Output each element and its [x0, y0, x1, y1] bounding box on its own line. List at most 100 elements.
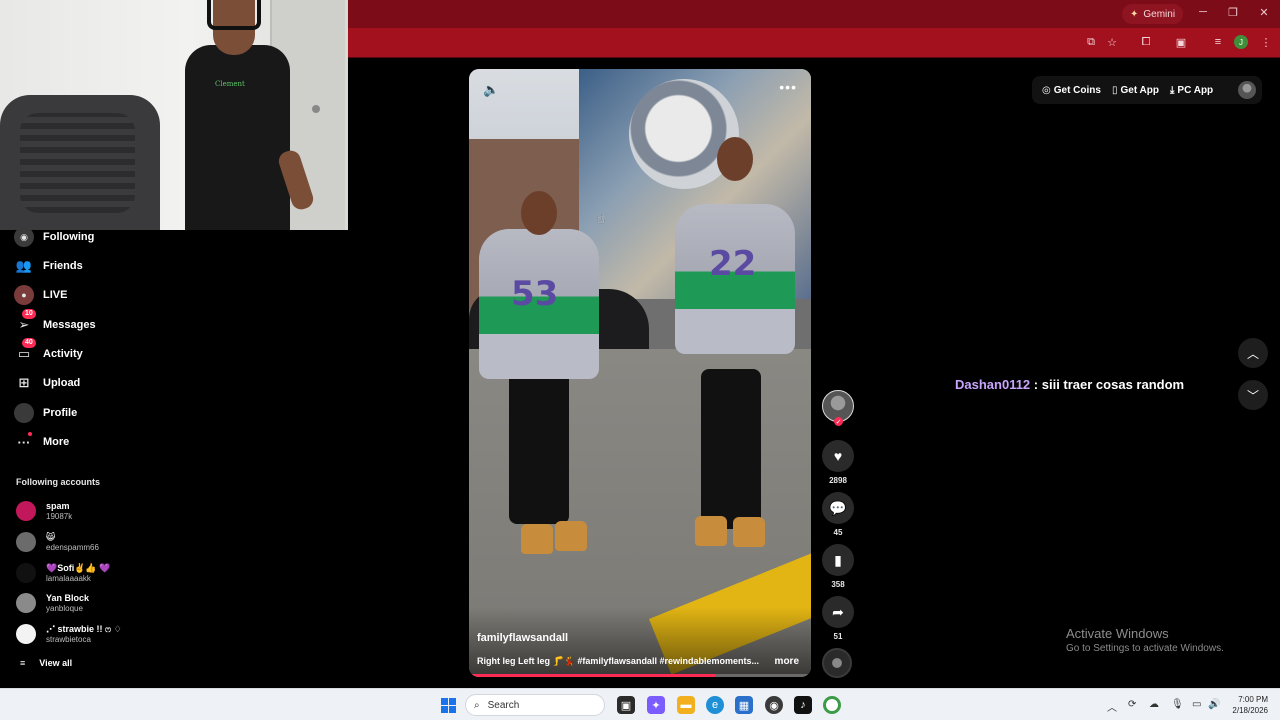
file-explorer-icon[interactable]: ▬: [677, 696, 695, 714]
windows-taskbar: ⌕ Search ▣ ✦ ▬ e ▦ ◉ ♪ ︿ ⟳ ☁ 🎙 ▭ 🔊 7:00 …: [0, 688, 1280, 720]
following-account[interactable]: ⋰ strawbie !! ෆ ♢ strawbietoca: [16, 621, 122, 647]
copilot-icon[interactable]: ✦: [647, 696, 665, 714]
chrome-icon[interactable]: [823, 696, 841, 714]
like-button[interactable]: ♥: [822, 440, 854, 472]
search-placeholder: Search: [487, 699, 520, 711]
upload-icon: ⊞: [18, 375, 30, 390]
chat-text: : siii traer cosas random: [1033, 377, 1185, 392]
search-icon: ⌕: [474, 699, 480, 711]
watermark-subtitle: Go to Settings to activate Windows.: [1066, 643, 1224, 654]
account-handle: strawbietoca: [46, 634, 91, 644]
clock-time: 7:00 PM: [1238, 695, 1268, 704]
windows-start-icon[interactable]: [441, 698, 456, 713]
speaker-icon[interactable]: 🔊: [1208, 699, 1220, 710]
chevron-up-icon: ︿: [1246, 346, 1259, 361]
restore-icon[interactable]: ❐: [1226, 6, 1240, 19]
install-app-icon[interactable]: ⧉: [1083, 35, 1099, 49]
follow-check-icon[interactable]: ✓: [834, 417, 843, 426]
account-avatar: [16, 532, 36, 552]
tiktok-icon[interactable]: ♪: [794, 696, 812, 714]
account-avatar: [16, 593, 36, 613]
microphone-icon[interactable]: 🎙: [1171, 699, 1184, 710]
minimize-icon[interactable]: ─: [1196, 6, 1210, 18]
watermark-title: Activate Windows: [1066, 626, 1169, 641]
notification-dot: [28, 432, 32, 436]
view-all-link[interactable]: ≡ View all: [20, 658, 72, 668]
next-video-button[interactable]: ﹀: [1238, 380, 1268, 410]
close-icon[interactable]: ✕: [1257, 6, 1271, 19]
sidebar-item-profile[interactable]: Profile: [14, 402, 77, 424]
sidebar-label: More: [43, 436, 70, 448]
store-icon[interactable]: ▦: [735, 696, 753, 714]
video-author[interactable]: familyflawsandall: [477, 632, 568, 644]
monitor-icon[interactable]: ▭: [1192, 699, 1201, 710]
view-all-label: View all: [39, 658, 73, 668]
phone-icon: ▯: [1111, 84, 1118, 96]
sidebar-item-following[interactable]: ◉ Following: [14, 226, 94, 248]
sidebar-label: Activity: [43, 348, 83, 360]
video-progress-bar[interactable]: [469, 674, 811, 677]
gemini-label: Gemini: [1143, 8, 1176, 20]
jersey-number: 22: [709, 244, 757, 284]
shirt-logo: Clement: [215, 80, 245, 88]
user-avatar[interactable]: [1238, 81, 1257, 99]
sidebar-label: LIVE: [43, 289, 68, 301]
following-account[interactable]: spam 19087k: [16, 498, 72, 524]
video-more-options-icon[interactable]: •••: [779, 79, 797, 95]
previous-video-button[interactable]: ︿: [1238, 338, 1268, 368]
video-caption: Right leg Left leg 🦵💃 #familyflawsandall…: [477, 656, 759, 666]
gaming-chair: [0, 95, 160, 230]
activate-windows-watermark: Activate Windows Go to Settings to activ…: [1066, 626, 1224, 654]
comment-button[interactable]: 💬: [822, 492, 854, 524]
account-handle: lamalaaaakk: [46, 573, 91, 583]
sound-disc-icon[interactable]: [822, 648, 852, 678]
share-button[interactable]: ➦: [822, 596, 854, 628]
following-account[interactable]: Yan Block yanbloque: [16, 590, 89, 616]
sidebar-item-more[interactable]: ··· More: [14, 431, 69, 453]
sidebar-item-upload[interactable]: ⊞ Upload: [14, 372, 81, 394]
sidebar-item-activity[interactable]: ▭ 40 Activity: [14, 338, 83, 365]
coin-icon: ◎: [1042, 84, 1051, 96]
task-view-icon[interactable]: ▣: [617, 696, 635, 714]
pc-app-button[interactable]: ⤓ PC App: [1170, 85, 1213, 96]
sidebar-item-live[interactable]: ● LIVE: [14, 284, 67, 306]
extensions-icon[interactable]: ⧠: [1138, 35, 1154, 49]
bookmark-star-icon[interactable]: ☆: [1104, 35, 1120, 49]
edge-browser-icon[interactable]: e: [706, 696, 724, 714]
get-coins-label: Get Coins: [1053, 84, 1101, 96]
list-icon: ≡: [20, 658, 26, 668]
chevron-down-icon: ﹀: [1246, 388, 1259, 403]
system-clock[interactable]: 7:00 PM 2/18/2026: [1224, 694, 1268, 716]
volume-icon[interactable]: 🔈: [483, 82, 499, 98]
save-button[interactable]: ▮: [822, 544, 854, 576]
get-app-button[interactable]: ▯ Get App: [1112, 85, 1159, 96]
jersey-number: 53: [511, 274, 559, 314]
sidebar-label: Messages: [43, 319, 96, 331]
sync-icon[interactable]: ⟳: [1128, 699, 1136, 710]
menu-kebab-icon[interactable]: ⋮: [1258, 35, 1274, 49]
download-icon: ⤓: [1170, 84, 1175, 96]
caption-more-button[interactable]: more: [775, 656, 799, 667]
tray-overflow-icon[interactable]: ︿: [1107, 699, 1117, 714]
taskbar-search[interactable]: ⌕ Search: [465, 694, 605, 716]
cloud-icon[interactable]: ☁: [1149, 699, 1159, 710]
sidebar-item-friends[interactable]: 👥 Friends: [14, 255, 83, 277]
video-player[interactable]: 53 22 🔈 ••• familyflawsandall Right leg …: [469, 69, 811, 677]
top-right-actions: ◎ Get Coins ▯ Get App ⤓ PC App: [1032, 76, 1262, 104]
messages-icon: ➢ 10: [14, 309, 36, 335]
account-name: 😸: [46, 531, 56, 542]
person-legs: [509, 364, 569, 524]
profile-avatar[interactable]: J: [1234, 35, 1248, 49]
side-panel-icon[interactable]: ▣: [1173, 35, 1189, 49]
gemini-button[interactable]: ✦ Gemini: [1122, 4, 1184, 24]
account-name: 💜Sofi✌️👍 💜: [46, 562, 111, 573]
following-account[interactable]: 💜Sofi✌️👍 💜 lamalaaaakk: [16, 560, 110, 586]
sidebar-item-messages[interactable]: ➢ 10 Messages: [14, 309, 96, 336]
profile-avatar-icon: [14, 403, 34, 423]
obs-icon[interactable]: ◉: [765, 696, 783, 714]
media-controls-icon[interactable]: ≡: [1210, 35, 1226, 49]
person-boot: [733, 517, 765, 547]
get-coins-button[interactable]: ◎ Get Coins: [1042, 85, 1101, 96]
following-account[interactable]: 😸 edenspamm66: [16, 529, 99, 555]
account-avatar: [16, 501, 36, 521]
